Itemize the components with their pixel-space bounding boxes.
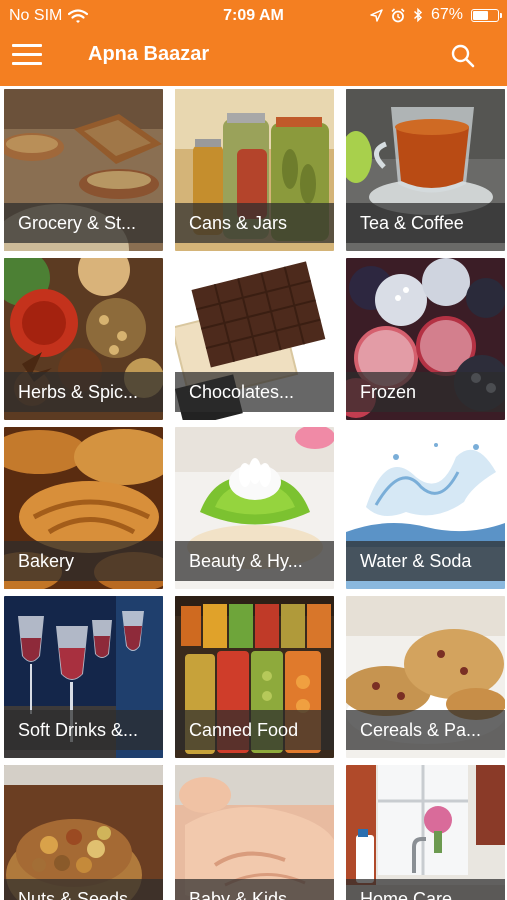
category-label: Chocolates... xyxy=(175,372,334,412)
battery-tip xyxy=(500,12,502,18)
category-label: Tea & Coffee xyxy=(346,203,505,243)
category-tile[interactable]: Tea & Coffee xyxy=(346,89,505,251)
carrier-label: No SIM xyxy=(9,7,63,24)
category-label: Beauty & Hy... xyxy=(175,541,334,581)
category-tile[interactable]: Soft Drinks &... xyxy=(4,596,163,758)
category-tile[interactable]: Beauty & Hy... xyxy=(175,427,334,589)
category-tile[interactable]: Bakery xyxy=(4,427,163,589)
category-tile[interactable]: Nuts & Seeds xyxy=(4,765,163,900)
category-label: Baby & Kids xyxy=(175,879,334,900)
category-tile[interactable]: Frozen xyxy=(346,258,505,420)
status-bar: No SIM 7:09 AM 67% xyxy=(0,0,507,32)
category-tile[interactable]: Herbs & Spic... xyxy=(4,258,163,420)
category-label: Cans & Jars xyxy=(175,203,334,243)
battery-percent: 67% xyxy=(430,6,463,23)
category-label: Cereals & Pa... xyxy=(346,710,505,750)
location-arrow-icon xyxy=(370,8,383,22)
status-carrier-group: No SIM xyxy=(9,7,89,25)
category-label: Grocery & St... xyxy=(4,203,163,243)
navigation-bar: Apna Baazar xyxy=(0,32,507,86)
category-tile[interactable]: Baby & Kids xyxy=(175,765,334,900)
wifi-icon xyxy=(68,8,89,23)
app-header: No SIM 7:09 AM 67% Apna Baazar xyxy=(0,0,507,86)
bluetooth-icon xyxy=(413,7,423,23)
category-tile[interactable]: Water & Soda xyxy=(346,427,505,589)
category-tile[interactable]: Canned Food xyxy=(175,596,334,758)
search-icon[interactable] xyxy=(449,42,477,70)
alarm-clock-icon xyxy=(391,7,405,22)
category-label: Water & Soda xyxy=(346,541,505,581)
category-label: Soft Drinks &... xyxy=(4,710,163,750)
category-label: Nuts & Seeds xyxy=(4,879,163,900)
app-title: Apna Baazar xyxy=(88,43,210,65)
battery-level xyxy=(473,10,488,20)
hamburger-menu-icon[interactable] xyxy=(12,42,44,68)
category-grid: Grocery & St... Cans & Jars Tea & Coffee He… xyxy=(0,86,507,900)
category-label: Frozen xyxy=(346,372,505,412)
category-tile[interactable]: Home Care xyxy=(346,765,505,900)
category-label: Bakery xyxy=(4,541,163,581)
category-tile[interactable]: Cans & Jars xyxy=(175,89,334,251)
category-label: Canned Food xyxy=(175,710,334,750)
category-tile[interactable]: Grocery & St... xyxy=(4,89,163,251)
status-right-group: 67% xyxy=(370,6,502,24)
category-tile[interactable]: Cereals & Pa... xyxy=(346,596,505,758)
category-label: Herbs & Spic... xyxy=(4,372,163,412)
battery-icon xyxy=(471,8,502,22)
category-label: Home Care xyxy=(346,879,505,900)
category-tile[interactable]: Chocolates... xyxy=(175,258,334,420)
